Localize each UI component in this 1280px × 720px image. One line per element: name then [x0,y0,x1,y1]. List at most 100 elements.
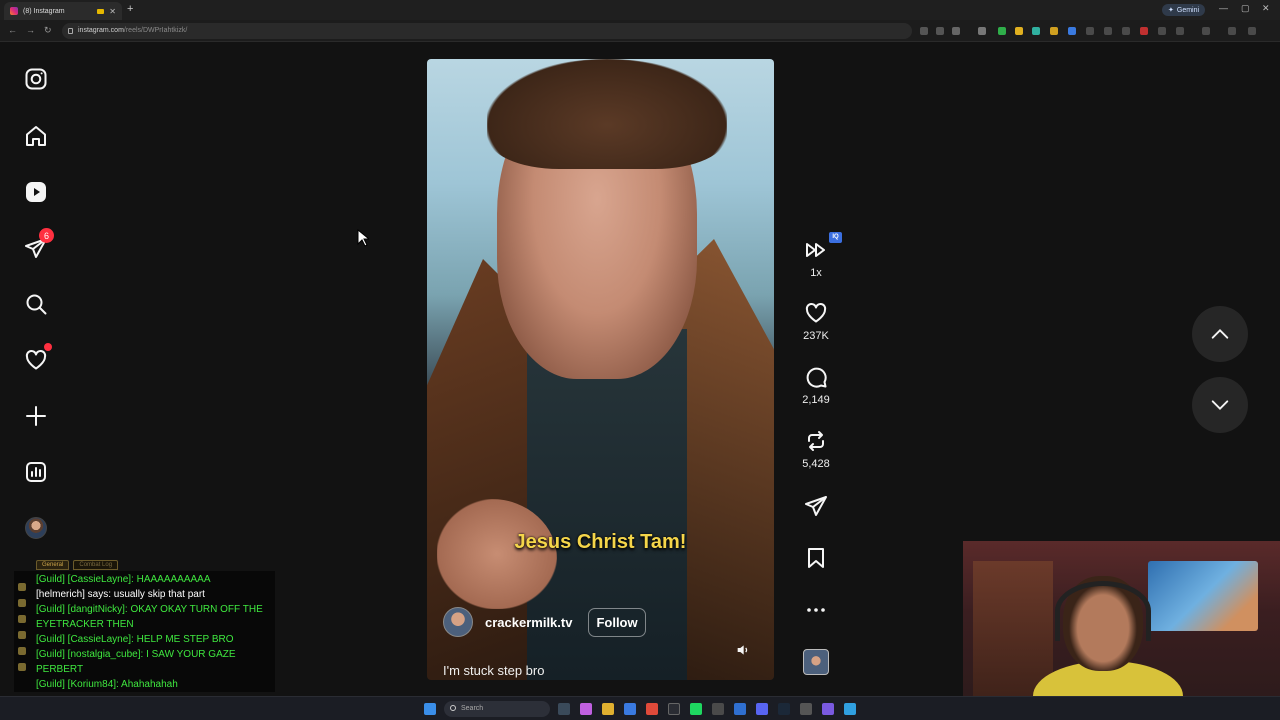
chat-message: [Guild] [nostalgia_cube]: I SAW YOUR GAZ… [36,649,236,675]
speaker-icon[interactable] [735,642,751,658]
minimize-button[interactable]: — [1219,3,1228,13]
avatar [25,517,47,539]
url-host: instagram.com [78,27,124,34]
task-view-icon[interactable] [558,703,570,715]
discord-icon[interactable] [756,703,768,715]
window-close-button[interactable]: ✕ [1262,3,1270,14]
chat-channel-icon[interactable] [18,663,26,671]
extension-box-icon[interactable] [1122,27,1130,35]
chat-emote-icon[interactable] [18,631,26,639]
profile-avatar[interactable] [22,514,50,542]
comment-button[interactable]: 2,149 [800,365,832,406]
start-windows-icon[interactable] [424,703,436,715]
app-purple-icon[interactable] [822,703,834,715]
forward-arrow-icon[interactable]: → [26,25,35,35]
original-audio-thumbnail[interactable] [803,649,829,675]
chat-message: [Guild] [CassieLayne]: HAAAAAAAAAA [36,574,211,585]
extension-puzzle-icon[interactable] [1104,27,1112,35]
spotify-icon[interactable] [690,703,702,715]
previous-reel-button[interactable] [1192,306,1248,362]
next-reel-button[interactable] [1192,377,1248,433]
chat-social-icon[interactable] [18,583,26,591]
instagram-logo-icon[interactable] [22,65,50,93]
chat-tab-general[interactable]: General [36,560,70,570]
reels-icon[interactable] [22,178,50,206]
chat-voice-icon[interactable] [18,615,26,623]
extension-gray-icon[interactable] [1086,27,1094,35]
chat-tab-combat-log[interactable]: Combat Log [73,560,119,570]
edge-icon[interactable] [624,703,636,715]
comment-bubble-icon [806,367,827,388]
search-icon[interactable] [22,290,50,318]
tab-audio-icon[interactable] [97,8,105,14]
reel-video[interactable]: Jesus Christ Tam! crackermilk.tv Follow … [427,59,774,680]
create-plus-icon[interactable] [22,402,50,430]
gemini-sparkle-icon: ✦ [1168,7,1174,14]
messages-icon[interactable]: 6 [22,228,54,262]
playback-speed-button[interactable]: 1x [800,238,832,279]
save-button[interactable] [800,546,832,570]
notifications-heart-icon[interactable] [22,343,52,374]
browser-tab-instagram[interactable]: (8) Instagram ✕ [4,2,122,20]
bookmark-star-icon[interactable] [952,27,960,35]
instagram-favicon-icon [10,7,18,15]
more-options-button[interactable] [800,598,832,622]
tab-close-icon[interactable]: ✕ [109,7,116,16]
extension-orange-icon[interactable] [1050,27,1058,35]
reload-icon[interactable]: ↻ [44,25,52,36]
repost-button[interactable]: 5,428 [800,429,832,470]
follow-button[interactable]: Follow [588,607,646,637]
copilot-icon[interactable] [580,703,592,715]
chat-copy-icon[interactable] [18,647,26,655]
chrome-icon[interactable] [646,703,658,715]
sidepanel-icon[interactable] [1202,27,1210,35]
chat-menu-icon[interactable] [18,599,26,607]
home-icon[interactable] [22,122,50,150]
extension-blue-icon[interactable] [1068,27,1076,35]
zoom-icon[interactable] [936,27,944,35]
extension-print-icon[interactable] [1158,27,1166,35]
maximize-button[interactable]: ▢ [1241,3,1250,14]
taskbar-search[interactable]: Search [444,701,550,717]
new-tab-button[interactable]: + [127,3,133,15]
notification-dot [44,343,52,351]
dashboard-icon[interactable] [22,458,50,486]
chat-message: [Guild] [dangitNicky]: OKAY OKAY TURN OF… [36,604,263,630]
iq-badge: IQ [829,232,842,243]
webcam-background-screen [1148,561,1258,631]
heart-icon [805,303,827,323]
extensions-menu-icon[interactable] [1176,27,1184,35]
extension-red-icon[interactable] [1140,27,1148,35]
site-info-icon[interactable] [68,28,73,34]
gemini-label: Gemini [1176,6,1200,14]
extension-teal-icon[interactable] [1032,27,1040,35]
file-explorer-icon[interactable] [602,703,614,715]
author-avatar[interactable] [443,607,473,637]
browser-menu-icon[interactable] [1248,27,1256,35]
author-username[interactable]: crackermilk.tv [485,615,572,630]
back-arrow-icon[interactable]: ← [8,25,17,35]
steam-icon[interactable] [778,703,790,715]
like-button[interactable]: 237K [800,301,832,342]
install-app-icon[interactable] [920,27,928,35]
gemini-button[interactable]: ✦ Gemini [1162,4,1206,16]
chevron-up-icon [1211,329,1229,339]
extension-green-icon[interactable] [998,27,1006,35]
address-bar[interactable]: instagram.com/reels/DWPrIahtkizk/ [62,23,912,39]
streamer-webcam [963,541,1280,720]
profile-icon[interactable] [1228,27,1236,35]
extension-icon[interactable] [978,27,986,35]
game-chat-overlay: [Guild] [CassieLayne]: HAAAAAAAAAA [helme… [14,571,275,692]
notepad-icon[interactable] [844,703,856,715]
app-blue-icon[interactable] [734,703,746,715]
repost-count: 5,428 [802,458,830,470]
reel-caption[interactable]: I'm stuck step bro [443,663,544,678]
settings-gear-icon[interactable] [800,703,812,715]
chevron-down-icon [1211,400,1229,410]
headset-icon [1055,581,1151,641]
like-count: 237K [803,330,829,342]
share-button[interactable] [800,494,832,518]
extension-yellow-icon[interactable] [1015,27,1023,35]
terminal-icon[interactable] [668,703,680,715]
downloads-icon[interactable] [712,703,724,715]
